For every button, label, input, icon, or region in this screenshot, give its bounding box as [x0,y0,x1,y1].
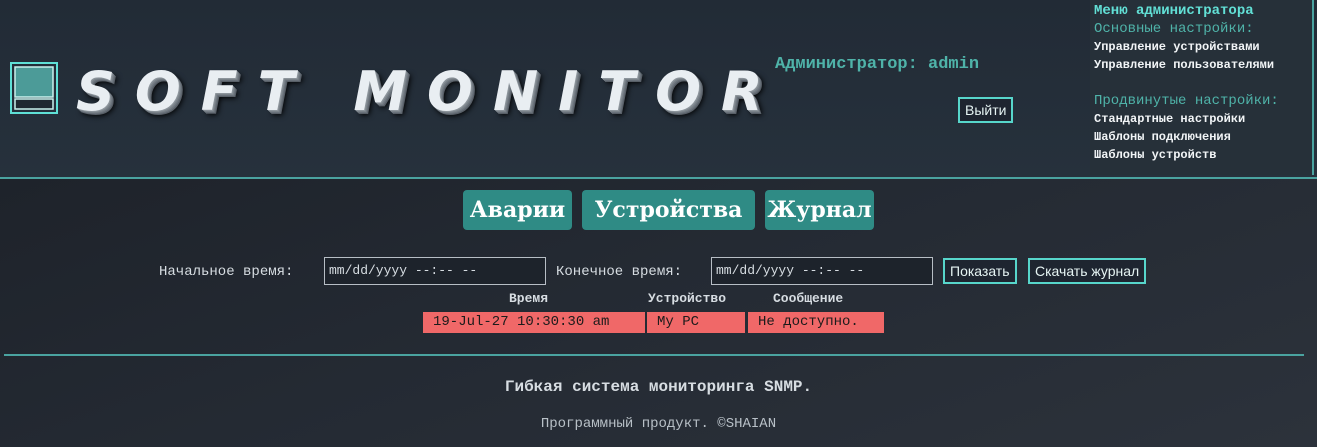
show-button[interactable]: Показать [943,258,1017,284]
column-header-message: Сообщение [773,291,844,306]
menu-item-device-management[interactable]: Управление устройствами [1094,40,1260,54]
admin-user-label: Администратор: admin [775,55,980,74]
monitor-logo-icon [10,62,58,114]
logout-button[interactable]: Выйти [958,97,1014,123]
cell-device: My PC [647,312,745,333]
start-time-input[interactable] [324,257,546,285]
admin-menu: Меню администратора Основные настройки: … [1090,0,1314,175]
end-time-input[interactable] [711,257,933,285]
menu-item-device-templates[interactable]: Шаблоны устройств [1094,148,1216,162]
menu-item-user-management[interactable]: Управление пользователями [1094,58,1274,72]
footer-copyright: Программный продукт. ©SHAIAN [540,416,777,432]
tab-devices[interactable]: Устройства [582,190,755,230]
cell-message: Не доступно. [748,312,884,333]
cell-time: 19-Jul-27 10:30:30 am [423,312,645,333]
tab-journal[interactable]: Журнал [765,190,874,230]
admin-menu-title: Меню администратора [1094,3,1254,19]
footer-tagline: Гибкая система мониторинга SNMP. [504,378,813,396]
basic-settings-heading: Основные настройки: [1094,21,1254,37]
menu-item-standard-settings[interactable]: Стандартные настройки [1094,112,1245,126]
column-header-time: Время [509,291,549,306]
footer-divider [4,354,1304,356]
tab-alarms[interactable]: Аварии [463,190,572,230]
start-time-label: Начальное время: [159,264,294,280]
download-log-button[interactable]: Скачать журнал [1028,258,1147,284]
brand-title: SOFT MONITOR [76,60,783,123]
advanced-settings-heading: Продвинутые настройки: [1094,93,1279,109]
header: SOFT MONITOR Администратор: admin Выйти … [0,0,1317,179]
end-time-label: Конечное время: [556,264,683,280]
menu-item-connection-templates[interactable]: Шаблоны подключения [1094,130,1231,144]
column-header-device: Устройство [648,291,727,306]
